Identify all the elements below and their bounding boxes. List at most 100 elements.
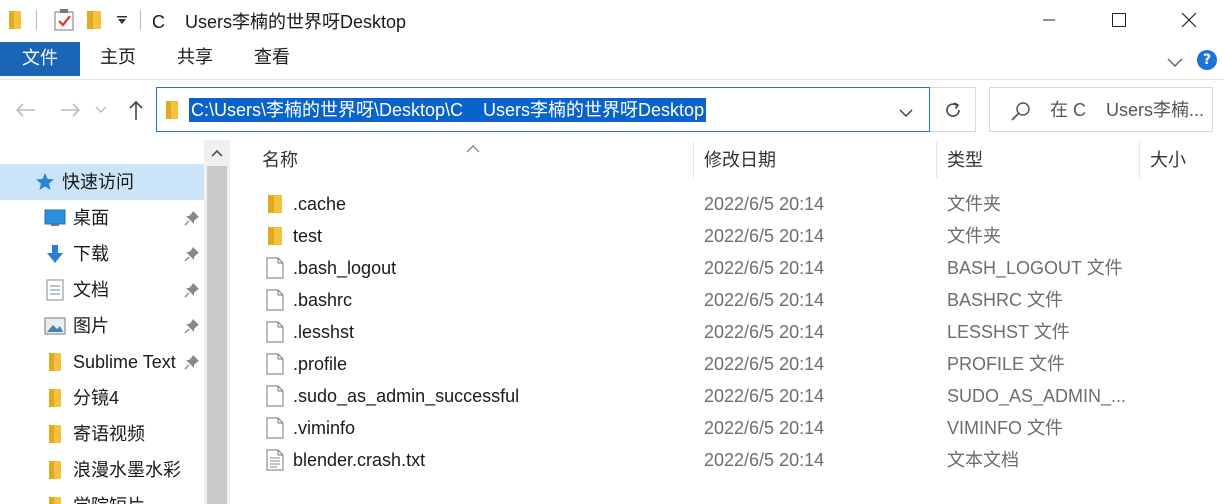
- blank-file-icon: [264, 257, 286, 279]
- tab-home[interactable]: 主页: [88, 40, 148, 76]
- navigation-scrollbar[interactable]: [204, 140, 230, 504]
- new-folder-icon[interactable]: [86, 8, 106, 32]
- search-input[interactable]: 在 C Users李楠...: [1050, 98, 1204, 122]
- table-row[interactable]: .cache 2022/6/5 20:14 文件夹: [232, 188, 1224, 220]
- sidebar-item-label: 学院短片: [73, 494, 181, 504]
- document-icon: [44, 279, 66, 301]
- folder-icon: [264, 193, 286, 215]
- table-row[interactable]: blender.crash.txt 2022/6/5 20:14 文本文档: [232, 444, 1224, 476]
- file-name: .sudo_as_admin_successful: [293, 386, 520, 406]
- desktop-icon: [44, 208, 66, 228]
- recent-locations-chevron-icon[interactable]: [92, 96, 110, 124]
- ribbon-tabs: 文件 主页 共享 查看 ?: [0, 40, 1224, 80]
- pin-icon[interactable]: [184, 318, 200, 334]
- address-bar[interactable]: C:\Users\李楠的世界呀\Desktop\C Users李楠的世界呀Des…: [156, 87, 930, 132]
- pin-icon[interactable]: [184, 246, 200, 262]
- help-icon[interactable]: ?: [1197, 50, 1217, 70]
- column-divider[interactable]: [693, 142, 694, 178]
- column-divider[interactable]: [936, 142, 937, 178]
- sidebar-item-label: 下载: [73, 244, 109, 264]
- sidebar-item-pictures[interactable]: 图片: [0, 308, 204, 344]
- file-name: .cache: [293, 194, 347, 214]
- sidebar-item-documents[interactable]: 文档: [0, 272, 204, 308]
- file-type: 文件夹: [947, 194, 1001, 214]
- file-date: 2022/6/5 20:14: [704, 194, 825, 214]
- column-header-size[interactable]: 大小: [1150, 142, 1186, 178]
- scroll-up-arrow-icon[interactable]: [204, 140, 230, 166]
- pin-icon[interactable]: [184, 210, 200, 226]
- column-header-name[interactable]: 名称: [262, 142, 298, 178]
- address-path[interactable]: C:\Users\李楠的世界呀\Desktop\C Users李楠的世界呀Des…: [189, 98, 707, 122]
- sidebar-item-sublime-text[interactable]: Sublime Text: [0, 344, 204, 380]
- text-file-icon: [264, 449, 286, 471]
- file-date: 2022/6/5 20:14: [704, 354, 825, 374]
- file-name: test: [293, 226, 323, 246]
- blank-file-icon: [264, 385, 286, 407]
- file-date: 2022/6/5 20:14: [704, 290, 825, 310]
- table-row[interactable]: .sudo_as_admin_successful 2022/6/5 20:14…: [232, 380, 1224, 412]
- table-row[interactable]: .viminfo 2022/6/5 20:14 VIMINFO 文件: [232, 412, 1224, 444]
- expand-ribbon-icon[interactable]: [1166, 52, 1184, 73]
- pin-icon[interactable]: [184, 354, 200, 370]
- column-header-date[interactable]: 修改日期: [704, 142, 776, 178]
- properties-icon[interactable]: [54, 8, 76, 32]
- folder-icon: [165, 100, 179, 125]
- file-type: BASH_LOGOUT 文件: [947, 258, 1123, 278]
- column-divider[interactable]: [1139, 142, 1140, 178]
- file-date: 2022/6/5 20:14: [704, 322, 825, 342]
- search-icon: [1010, 100, 1032, 127]
- refresh-button[interactable]: [930, 87, 976, 132]
- file-date: 2022/6/5 20:14: [704, 450, 825, 470]
- file-name: .bash_logout: [293, 258, 397, 278]
- folder-icon: [44, 388, 66, 408]
- sidebar-item-ink-watercolor[interactable]: 浪漫水墨水彩晕染: [0, 452, 204, 488]
- sidebar-item-message-video[interactable]: 寄语视频: [0, 416, 204, 452]
- sidebar-item-college-short[interactable]: 学院短片: [0, 488, 204, 504]
- table-row[interactable]: .bashrc 2022/6/5 20:14 BASHRC 文件: [232, 284, 1224, 316]
- back-button[interactable]: [10, 96, 40, 124]
- forward-button[interactable]: [56, 96, 86, 124]
- sidebar-item-label: 寄语视频: [73, 424, 145, 444]
- close-button[interactable]: [1154, 0, 1224, 40]
- scrollbar-thumb[interactable]: [207, 166, 227, 504]
- folder-icon: [44, 460, 66, 480]
- table-row[interactable]: test 2022/6/5 20:14 文件夹: [232, 220, 1224, 252]
- blank-file-icon: [264, 289, 286, 311]
- pin-icon[interactable]: [184, 282, 200, 298]
- file-type: 文件夹: [947, 226, 1001, 246]
- tab-view[interactable]: 查看: [242, 40, 302, 76]
- sidebar-item-desktop[interactable]: 桌面: [0, 200, 204, 236]
- minimize-button[interactable]: [1014, 0, 1084, 40]
- blank-file-icon: [264, 321, 286, 343]
- blank-file-icon: [264, 417, 286, 439]
- toolbar-separator: [36, 10, 37, 30]
- sidebar-item-storyboard[interactable]: 分镜4: [0, 380, 204, 416]
- sidebar-item-label: Sublime Text: [73, 352, 176, 372]
- address-dropdown-icon[interactable]: [899, 102, 913, 123]
- up-button[interactable]: [122, 96, 150, 124]
- folder-icon[interactable]: [8, 8, 26, 32]
- tab-share[interactable]: 共享: [164, 40, 226, 76]
- table-row[interactable]: .bash_logout 2022/6/5 20:14 BASH_LOGOUT …: [232, 252, 1224, 284]
- folder-icon: [44, 424, 66, 444]
- column-header-type[interactable]: 类型: [947, 142, 983, 178]
- file-name: .lesshst: [293, 322, 355, 342]
- title-bar: C Users李楠的世界呀Desktop: [0, 0, 1224, 40]
- file-name: .bashrc: [293, 290, 353, 310]
- sidebar-item-quick-access[interactable]: 快速访问: [0, 164, 204, 200]
- toolbar-separator: [140, 10, 141, 30]
- maximize-button[interactable]: [1084, 0, 1154, 40]
- file-date: 2022/6/5 20:14: [704, 258, 825, 278]
- customize-dropdown-icon[interactable]: [114, 8, 130, 32]
- table-row[interactable]: .profile 2022/6/5 20:14 PROFILE 文件: [232, 348, 1224, 380]
- sort-ascending-icon: [466, 137, 480, 158]
- sidebar-item-downloads[interactable]: 下载: [0, 236, 204, 272]
- sidebar-item-label: 文档: [73, 280, 109, 300]
- search-box[interactable]: 在 C Users李楠...: [989, 87, 1213, 132]
- file-name: blender.crash.txt: [293, 450, 426, 470]
- file-type: LESSHST 文件: [947, 322, 1070, 342]
- table-row[interactable]: .lesshst 2022/6/5 20:14 LESSHST 文件: [232, 316, 1224, 348]
- file-date: 2022/6/5 20:14: [704, 226, 825, 246]
- sidebar-item-label: 图片: [73, 316, 109, 336]
- tab-file[interactable]: 文件: [0, 42, 80, 76]
